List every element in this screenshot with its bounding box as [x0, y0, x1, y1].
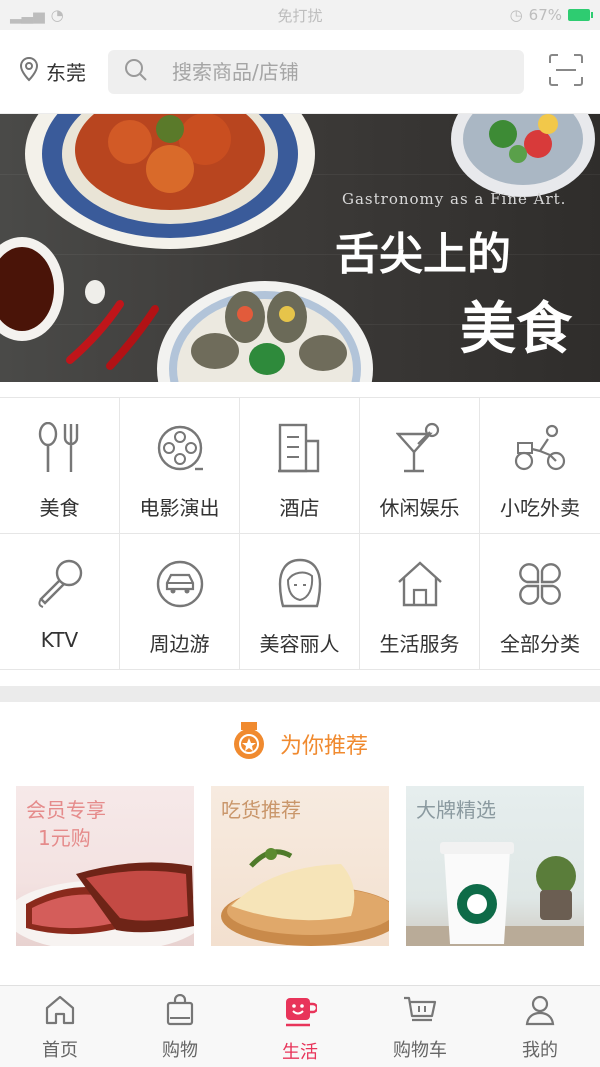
category-grid: 美食 电影演出 酒店 休闲娱乐 小吃外卖 KTV 周边游 美容丽人 生活服务 全… — [0, 397, 600, 670]
recommend-header: 为你推荐 — [0, 722, 600, 766]
recommend-card-foodie[interactable]: 吃货推荐 — [211, 786, 389, 946]
recommend-cards: 会员专享 1元购 吃货推荐 大牌精选 — [16, 786, 584, 946]
search-icon — [124, 58, 148, 86]
car-icon — [154, 558, 206, 610]
tab-shopping[interactable]: 购物 — [120, 986, 240, 1067]
recommend-card-brand[interactable]: 大牌精选 — [406, 786, 584, 946]
search-bar[interactable] — [108, 49, 524, 94]
scan-icon — [548, 53, 584, 91]
card-text: 会员专享 1元购 — [26, 796, 106, 852]
home-icon — [44, 994, 76, 1030]
tab-label: 我的 — [522, 1040, 558, 1061]
oyster-plate-image — [157, 281, 373, 382]
tab-label: 生活 — [282, 1042, 318, 1063]
tab-label: 购物 — [162, 1040, 198, 1061]
status-bar: ▂▃▅ ◔ 免打扰 ◷ 67% — [0, 0, 600, 30]
tab-label: 购物车 — [393, 1040, 447, 1061]
banner-tagline: Gastronomy as a Fine Art. — [342, 190, 567, 208]
category-label: 全部分类 — [500, 632, 580, 656]
bottom-tab-bar: 首页 购物 生活 购物车 我的 — [0, 985, 600, 1067]
location-selector[interactable]: 东莞 — [18, 56, 108, 87]
tab-mine[interactable]: 我的 — [480, 986, 600, 1067]
category-all[interactable]: 全部分类 — [480, 534, 600, 670]
tab-label: 首页 — [42, 1040, 78, 1061]
cart-icon — [402, 994, 438, 1030]
crab-plate-image — [25, 114, 315, 249]
microphone-icon — [34, 558, 86, 610]
tab-home[interactable]: 首页 — [0, 986, 120, 1067]
category-label: 生活服务 — [379, 632, 460, 656]
location-pin-icon — [18, 56, 40, 87]
coffee-cup-icon — [283, 994, 319, 1032]
recommend-card-member[interactable]: 会员专享 1元购 — [16, 786, 194, 946]
category-movies-shows[interactable]: 电影演出 — [120, 398, 240, 534]
food-banner[interactable]: Gastronomy as a Fine Art. 舌尖上的 美食 — [0, 114, 600, 382]
category-nearby-travel[interactable]: 周边游 — [120, 534, 240, 670]
cheese-bread-image — [221, 848, 389, 946]
card-text: 吃货推荐 — [221, 796, 301, 824]
category-hotel[interactable]: 酒店 — [240, 398, 360, 534]
category-label: 酒店 — [279, 496, 320, 520]
coffee-cup-image — [406, 842, 584, 946]
card-line1: 吃货推荐 — [221, 798, 301, 822]
steak-image — [16, 862, 194, 946]
category-leisure[interactable]: 休闲娱乐 — [360, 398, 480, 534]
category-label: 美容丽人 — [259, 632, 340, 656]
recommend-title: 为你推荐 — [279, 734, 368, 759]
chili-image — [66, 280, 159, 370]
category-beauty[interactable]: 美容丽人 — [240, 534, 360, 670]
search-input[interactable] — [172, 59, 432, 84]
status-right: ◷ 67% — [509, 6, 593, 24]
category-label: 小吃外卖 — [500, 496, 580, 520]
category-food[interactable]: 美食 — [0, 398, 120, 534]
house-icon — [394, 558, 446, 610]
signal-icon: ▂▃▅ — [10, 6, 45, 24]
category-label: KTV — [40, 628, 79, 652]
building-icon — [274, 422, 326, 474]
battery-percent: 67% — [528, 6, 562, 24]
card-line1: 大牌精选 — [416, 798, 496, 822]
delivery-bike-icon — [514, 422, 566, 474]
card-line2: 1元购 — [38, 826, 91, 850]
category-label: 电影演出 — [139, 496, 220, 520]
alarm-icon: ◷ — [509, 6, 523, 24]
medal-icon — [232, 722, 266, 766]
card-line1: 会员专享 — [26, 798, 106, 822]
battery-icon — [568, 9, 593, 21]
user-icon — [524, 994, 556, 1030]
card-text: 大牌精选 — [416, 796, 496, 824]
category-label: 周边游 — [149, 632, 210, 656]
category-snack-delivery[interactable]: 小吃外卖 — [480, 398, 600, 534]
category-life-services[interactable]: 生活服务 — [360, 534, 480, 670]
banner-title-line1: 舌尖上的 — [335, 229, 511, 280]
scan-button[interactable] — [524, 53, 584, 91]
tab-life[interactable]: 生活 — [240, 986, 360, 1067]
film-reel-icon — [154, 422, 206, 474]
tab-cart[interactable]: 购物车 — [360, 986, 480, 1067]
woman-face-icon — [274, 558, 326, 610]
section-divider — [0, 686, 600, 702]
category-label: 美食 — [39, 496, 80, 520]
cocktail-icon — [394, 422, 446, 474]
category-ktv[interactable]: KTV — [0, 534, 120, 670]
shopping-bag-icon — [164, 993, 196, 1030]
clover-icon — [514, 558, 566, 610]
location-label: 东莞 — [46, 61, 86, 85]
fork-spoon-icon — [34, 422, 86, 474]
category-label: 休闲娱乐 — [379, 496, 460, 520]
header: 东莞 — [0, 30, 600, 114]
wifi-icon: ◔ — [50, 6, 64, 24]
banner-title-line2: 美食 — [460, 296, 572, 362]
status-left: ▂▃▅ ◔ — [10, 6, 64, 24]
